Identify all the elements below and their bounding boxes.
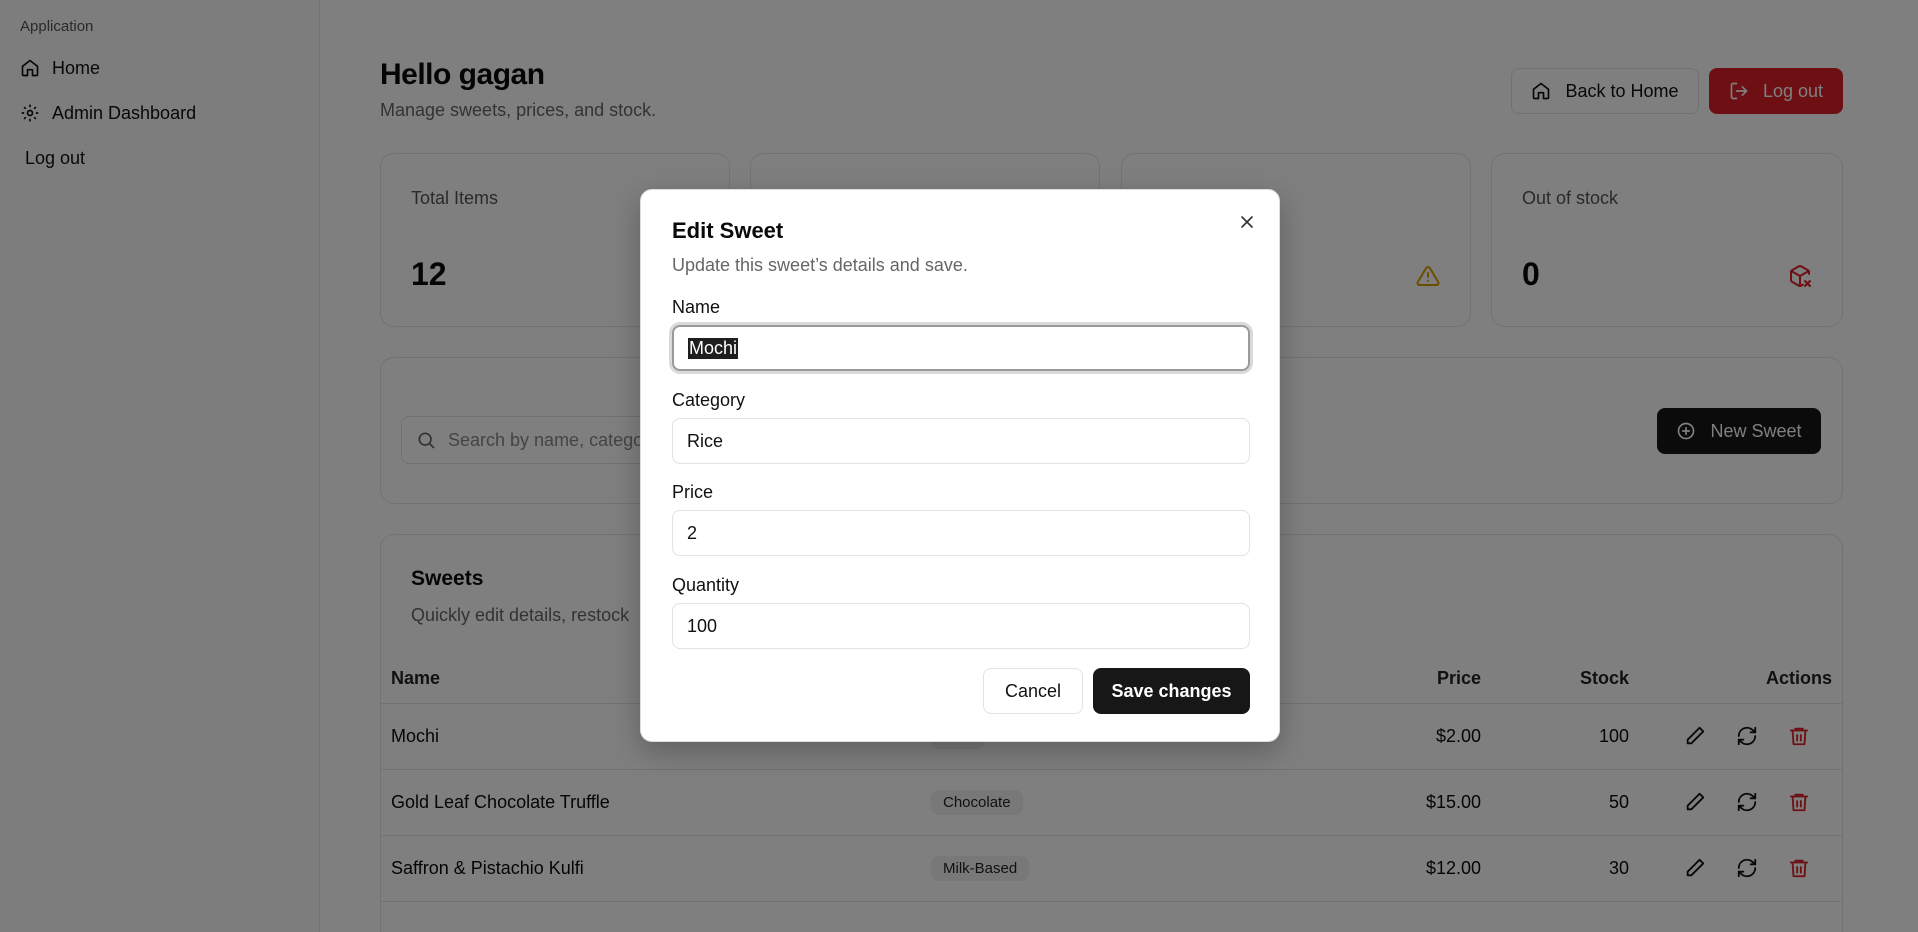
category-field[interactable]: Rice — [672, 418, 1250, 464]
save-changes-button[interactable]: Save changes — [1093, 668, 1250, 714]
save-changes-label: Save changes — [1111, 680, 1232, 701]
edit-sweet-dialog: Edit Sweet Update this sweet’s details a… — [640, 189, 1280, 742]
price-label: Price — [672, 482, 714, 502]
quantity-field[interactable]: 100 — [672, 603, 1250, 649]
close-icon[interactable] — [1237, 212, 1257, 232]
category-label: Category — [672, 390, 746, 410]
category-field-value: Rice — [687, 430, 724, 451]
price-field[interactable]: 2 — [672, 510, 1250, 556]
dialog-title: Edit Sweet — [672, 218, 784, 243]
cancel-label: Cancel — [1004, 680, 1062, 701]
name-field[interactable]: Mochi — [672, 325, 1250, 371]
cancel-button[interactable]: Cancel — [983, 668, 1083, 714]
quantity-field-value: 100 — [687, 615, 718, 636]
name-label: Name — [672, 297, 721, 317]
quantity-label: Quantity — [672, 575, 740, 595]
price-field-value: 2 — [687, 522, 698, 543]
dialog-subtitle: Update this sweet’s details and save. — [672, 255, 968, 275]
name-field-value: Mochi — [688, 337, 739, 359]
